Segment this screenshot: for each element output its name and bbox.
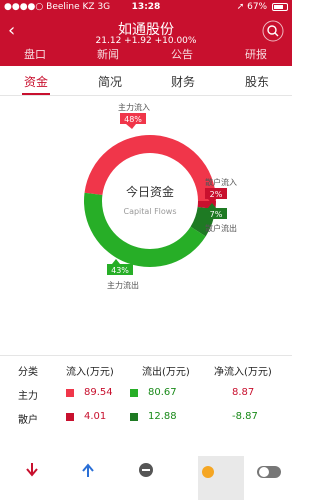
- row-category: 主力: [18, 391, 38, 402]
- tab-news[interactable]: 新闻: [97, 48, 119, 62]
- percent-main-inflow: 48%: [124, 115, 142, 124]
- inflow-swatch: [66, 389, 74, 397]
- menu-circle-icon[interactable]: [136, 460, 156, 480]
- table-header-row: 分类 流入(万元) 流出(万元) 净流入(万元): [0, 360, 292, 380]
- header-inflow: 流入(万元): [66, 367, 114, 378]
- alert-icon[interactable]: [198, 460, 218, 480]
- active-tab-indicator: [22, 93, 50, 95]
- tab-capital[interactable]: 资金: [24, 73, 48, 90]
- percent-retail-outflow: 7%: [210, 210, 223, 219]
- row-outflow: 80.67: [148, 387, 177, 398]
- tab-shareholders[interactable]: 股东: [245, 73, 269, 90]
- percent-main-outflow: 43%: [111, 266, 129, 275]
- location-icon: ➚: [236, 2, 245, 12]
- label-retail-outflow: 散户流出: [205, 223, 237, 233]
- header-net-inflow: 净流入(万元): [214, 367, 272, 378]
- search-button[interactable]: [262, 20, 284, 42]
- callout-main-inflow: 主力流入 48%: [118, 102, 150, 129]
- search-icon: [262, 20, 284, 42]
- row-net: 8.87: [232, 387, 255, 398]
- callout-retail-inflow: 散户流入 2%: [205, 177, 237, 204]
- battery-percent: 67%: [247, 2, 268, 12]
- battery-icon: [272, 2, 288, 11]
- table-row: 散户 4.01 12.88 -8.87: [0, 408, 292, 428]
- tab-order-book[interactable]: 盘口: [24, 48, 46, 62]
- row-inflow: 89.54: [84, 387, 113, 398]
- sub-tabs: 资金 简况 财务 股东: [0, 66, 292, 96]
- inflow-swatch: [66, 413, 74, 421]
- status-bar: ●●●●○ Beeline KZ 3G 13:28 ➚ 67%: [0, 0, 292, 16]
- toggle-icon[interactable]: [256, 460, 284, 480]
- donut-chart: 今日资金 Capital Flows 主力流入 48% 散户流入 2% 7% 散…: [84, 102, 237, 290]
- tab-profile[interactable]: 简况: [98, 73, 122, 90]
- chart-subtitle: Capital Flows: [123, 207, 176, 216]
- header-outflow: 流出(万元): [142, 367, 190, 378]
- sell-arrow-icon[interactable]: [22, 460, 42, 480]
- section-tabs: 盘口 新闻 公告 研报: [0, 48, 292, 66]
- row-category: 散户: [18, 415, 38, 426]
- stock-quote: 21.12 +1.92 +10.00%: [95, 36, 197, 46]
- label-main-inflow: 主力流入: [118, 102, 150, 112]
- chart-title: 今日资金: [126, 184, 174, 199]
- outflow-swatch: [130, 413, 138, 421]
- slice-main-outflow: [84, 192, 206, 268]
- capital-flow-table: 分类 流入(万元) 流出(万元) 净流入(万元) 主力 89.54 80.67 …: [0, 355, 292, 426]
- label-retail-inflow: 散户流入: [205, 177, 237, 187]
- callout-retail-outflow: 7% 散户流出: [205, 203, 237, 233]
- capital-flow-chart: 今日资金 Capital Flows 主力流入 48% 散户流入 2% 7% 散…: [0, 96, 292, 354]
- percent-retail-inflow: 2%: [210, 190, 223, 199]
- tab-financials[interactable]: 财务: [171, 73, 195, 90]
- app-header: ●●●●○ Beeline KZ 3G 13:28 ➚ 67% ‹ 如通股份 2…: [0, 0, 292, 66]
- label-main-outflow: 主力流出: [107, 280, 139, 290]
- header-category: 分类: [18, 367, 38, 378]
- tab-research[interactable]: 研报: [245, 48, 267, 62]
- tab-announcements[interactable]: 公告: [171, 48, 193, 62]
- bottom-toolbar: [0, 456, 292, 500]
- table-row: 主力 89.54 80.67 8.87: [0, 384, 292, 404]
- row-outflow: 12.88: [148, 411, 177, 422]
- outflow-swatch: [130, 389, 138, 397]
- row-inflow: 4.01: [84, 411, 107, 422]
- row-net: -8.87: [232, 411, 258, 422]
- buy-arrow-icon[interactable]: [78, 460, 98, 480]
